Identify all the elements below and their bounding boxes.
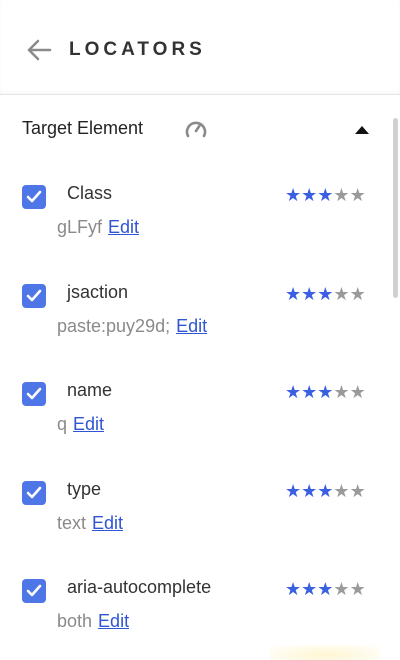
edit-link[interactable]: Edit [73,414,104,434]
checkmark-icon [26,387,42,400]
star-icon: ★ [285,579,302,599]
rating-stars: ★★★★★ [285,284,366,305]
checkmark-icon [26,289,42,302]
star-icon: ★ [301,284,318,304]
locator-value: text [57,513,87,533]
star-icon: ★ [349,579,366,599]
star-icon: ★ [317,382,334,402]
locator-name: name [67,380,113,400]
star-icon: ★ [333,185,350,205]
star-icon: ★ [349,382,366,402]
locator-name: aria-autocomplete [67,577,212,597]
star-icon: ★ [349,481,366,501]
edit-link[interactable]: Edit [176,316,207,336]
star-icon: ★ [333,481,350,501]
locator-value: paste:puy29d; [57,316,171,336]
locator-checkbox[interactable] [22,579,46,603]
locator-checkbox[interactable] [22,284,46,308]
star-icon: ★ [301,382,318,402]
locator-item: jsaction ★★★★★ paste:puy29d; Edit [22,281,382,351]
star-icon: ★ [349,284,366,304]
locator-checkbox[interactable] [22,382,46,406]
rating-stars: ★★★★★ [285,579,366,600]
locator-item: type ★★★★★ text Edit [22,478,382,548]
star-icon: ★ [285,481,302,501]
edit-link[interactable]: Edit [92,513,123,533]
locator-value: both [57,611,93,631]
locator-checkbox[interactable] [22,481,46,505]
star-icon: ★ [317,185,334,205]
locator-value-row: text Edit [57,513,123,534]
back-button[interactable] [26,38,52,62]
scrollbar-thumb[interactable] [393,118,398,298]
locator-value-row: gLFyf Edit [57,217,139,238]
triangle-up-icon[interactable] [352,120,372,138]
arrow-left-icon [27,39,52,61]
star-icon: ★ [285,382,302,402]
locator-item: Class ★★★★★ gLFyf Edit [22,182,382,252]
locator-item: aria-autocomplete ★★★★★ both Edit [22,576,382,646]
locator-item: name ★★★★★ q Edit [22,379,382,449]
rating-stars: ★★★★★ [285,185,366,206]
star-icon: ★ [317,481,334,501]
star-icon: ★ [301,579,318,599]
star-icon: ★ [285,185,302,205]
rating-stars: ★★★★★ [285,382,366,403]
target-element-section-header[interactable]: Target Element [22,115,372,143]
locator-name: Class [67,183,113,203]
star-icon: ★ [317,579,334,599]
star-icon: ★ [333,579,350,599]
star-icon: ★ [333,284,350,304]
locator-value-row: paste:puy29d; Edit [57,316,207,337]
locator-value: gLFyf [57,217,103,237]
gauge-icon [185,121,207,138]
locator-checkbox[interactable] [22,185,46,209]
star-icon: ★ [285,284,302,304]
panel-header: LOCATORS [0,0,400,95]
locator-value-row: q Edit [57,414,104,435]
star-icon: ★ [349,185,366,205]
section-title: Target Element [22,118,144,138]
locators-panel: LOCATORS Target Element Class ★★★★★ gLFyf E… [0,0,400,660]
star-icon: ★ [333,382,350,402]
star-icon: ★ [301,185,318,205]
checkmark-icon [26,190,42,203]
locator-value: q [57,414,68,434]
locator-name: jsaction [67,282,129,302]
locator-name: type [67,479,102,499]
edit-link[interactable]: Edit [108,217,139,237]
page-title: LOCATORS [69,39,206,60]
checkmark-icon [26,584,42,597]
checkmark-icon [26,486,42,499]
decorative-glow [270,645,380,660]
edit-link[interactable]: Edit [98,611,129,631]
rating-stars: ★★★★★ [285,481,366,502]
star-icon: ★ [317,284,334,304]
star-icon: ★ [301,481,318,501]
locator-value-row: both Edit [57,611,129,632]
